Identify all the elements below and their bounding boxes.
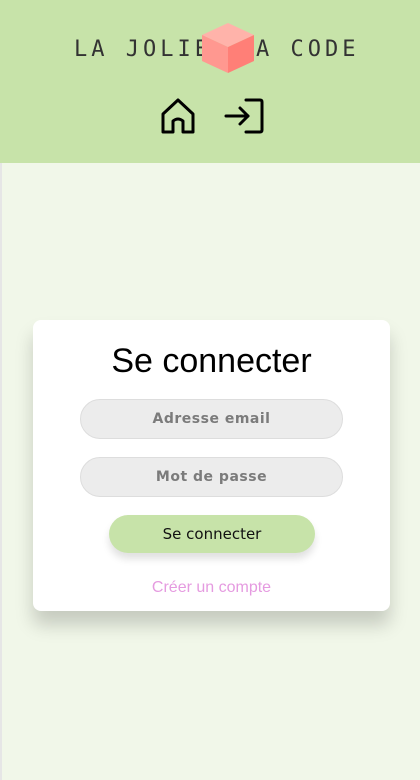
login-submit-button[interactable]: Se connecter xyxy=(109,515,315,553)
create-account-link[interactable]: Créer un compte xyxy=(33,579,390,597)
home-icon xyxy=(161,98,195,134)
logo-text-left: LA JOLIE xyxy=(74,37,212,62)
login-title: Se connecter xyxy=(111,342,312,380)
login-icon xyxy=(224,98,264,134)
login-nav-button[interactable] xyxy=(224,96,264,136)
password-field[interactable] xyxy=(80,457,343,497)
home-button[interactable] xyxy=(158,96,198,136)
site-header: LA JOLIE A CODE xyxy=(0,0,420,163)
cube-icon xyxy=(202,23,254,73)
logo-text-right: A CODE xyxy=(256,37,360,62)
login-card: Se connecter Se connecter Créer un compt… xyxy=(33,320,390,611)
site-logo[interactable]: LA JOLIE A CODE xyxy=(0,18,420,76)
email-field[interactable] xyxy=(80,399,343,439)
page-edge xyxy=(0,163,2,780)
